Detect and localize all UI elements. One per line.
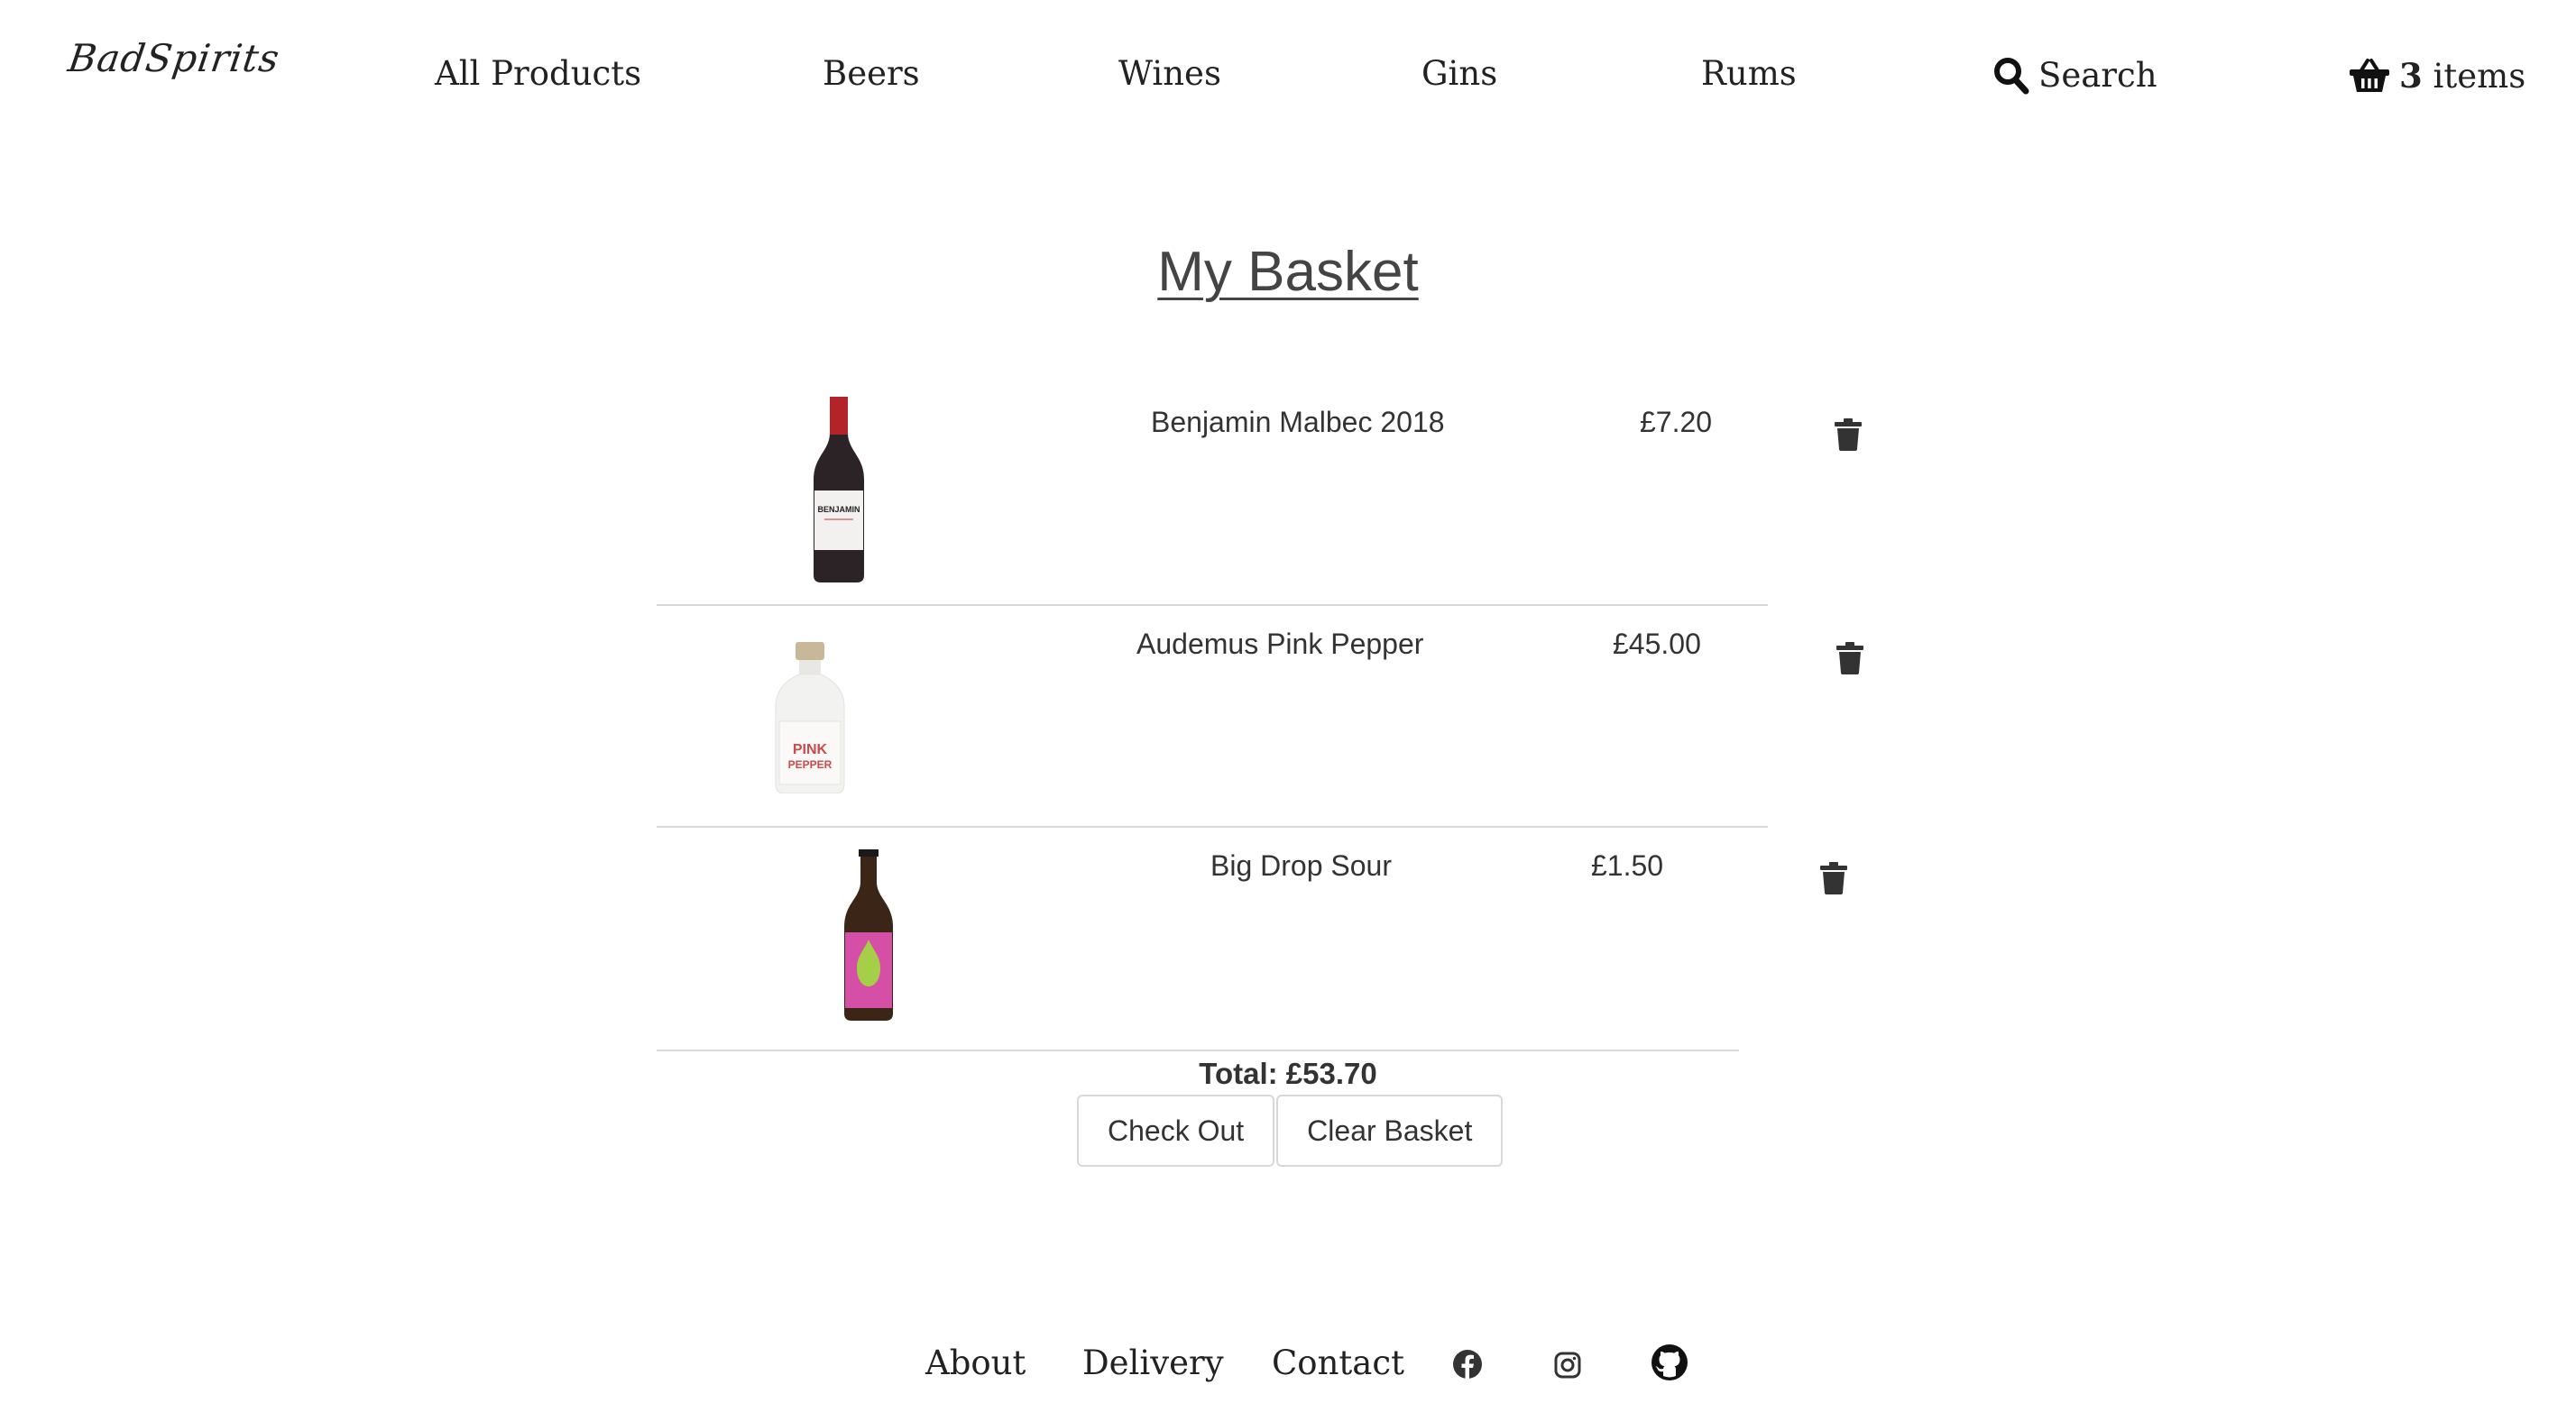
trash-icon[interactable] bbox=[1820, 862, 1847, 894]
basket-total: Total: £53.70 bbox=[1199, 1057, 1377, 1090]
item-price: £45.00 bbox=[1613, 628, 1701, 660]
item-price: £7.20 bbox=[1640, 406, 1713, 438]
svg-text:PINK: PINK bbox=[793, 742, 828, 757]
nav-wines-label: Wines bbox=[1118, 54, 1221, 93]
item-name: Audemus Pink Pepper bbox=[1136, 628, 1424, 660]
nav-search[interactable]: Search bbox=[1993, 56, 2157, 95]
nav-all-products-label: All Products bbox=[435, 54, 642, 93]
nav-rums-label: Rums bbox=[1701, 54, 1797, 93]
nav-all-products[interactable]: All Products bbox=[435, 54, 641, 93]
row-divider bbox=[657, 1050, 1739, 1051]
trash-icon[interactable] bbox=[1835, 418, 1862, 451]
product-image-gin: PINK PEPPER bbox=[775, 642, 845, 793]
github-icon[interactable] bbox=[1651, 1343, 1688, 1381]
footer-link-about[interactable]: About bbox=[925, 1343, 1026, 1382]
trash-icon[interactable] bbox=[1836, 642, 1863, 674]
nav-gins[interactable]: Gins bbox=[1421, 54, 1497, 93]
basket-label: items bbox=[2433, 57, 2526, 96]
wine-label-text: BENJAMIN bbox=[817, 505, 860, 514]
nav-beers-label: Beers bbox=[823, 54, 920, 93]
footer-link-contact[interactable]: Contact bbox=[1272, 1343, 1404, 1382]
clear-basket-button[interactable]: Clear Basket bbox=[1276, 1095, 1504, 1167]
svg-text:PEPPER: PEPPER bbox=[788, 758, 833, 771]
basket-actions: Check Out Clear Basket bbox=[1077, 1095, 1504, 1167]
basket-row: Big Drop Sour £1.50 bbox=[657, 828, 1847, 1050]
nav-beers[interactable]: Beers bbox=[823, 54, 920, 93]
nav-search-label: Search bbox=[2038, 56, 2157, 95]
basket-count: 3 bbox=[2399, 56, 2423, 96]
site-logo[interactable]: BadSpirits bbox=[66, 36, 283, 80]
nav-rums[interactable]: Rums bbox=[1701, 54, 1797, 93]
product-image-wine: BENJAMIN bbox=[814, 397, 864, 582]
nav-wines[interactable]: Wines bbox=[1118, 54, 1221, 93]
product-image-beer bbox=[844, 849, 893, 1021]
footer-link-delivery[interactable]: Delivery bbox=[1082, 1343, 1224, 1382]
item-name: Benjamin Malbec 2018 bbox=[1151, 406, 1445, 438]
page-title: My Basket bbox=[1157, 241, 1419, 303]
search-icon bbox=[1993, 57, 2029, 95]
basket-icon bbox=[2349, 58, 2390, 94]
item-price: £1.50 bbox=[1591, 849, 1664, 882]
instagram-icon[interactable] bbox=[1553, 1351, 1582, 1380]
nav-basket[interactable]: 3 items bbox=[2349, 56, 2525, 96]
basket-row: PINK PEPPER Audemus Pink Pepper £45.00 bbox=[657, 606, 1863, 828]
checkout-button[interactable]: Check Out bbox=[1077, 1095, 1275, 1167]
basket-row: BENJAMIN Benjamin Malbec 2018 £7.20 bbox=[657, 382, 1862, 604]
nav-gins-label: Gins bbox=[1421, 54, 1498, 93]
item-name: Big Drop Sour bbox=[1210, 849, 1392, 882]
facebook-icon[interactable] bbox=[1452, 1349, 1483, 1380]
